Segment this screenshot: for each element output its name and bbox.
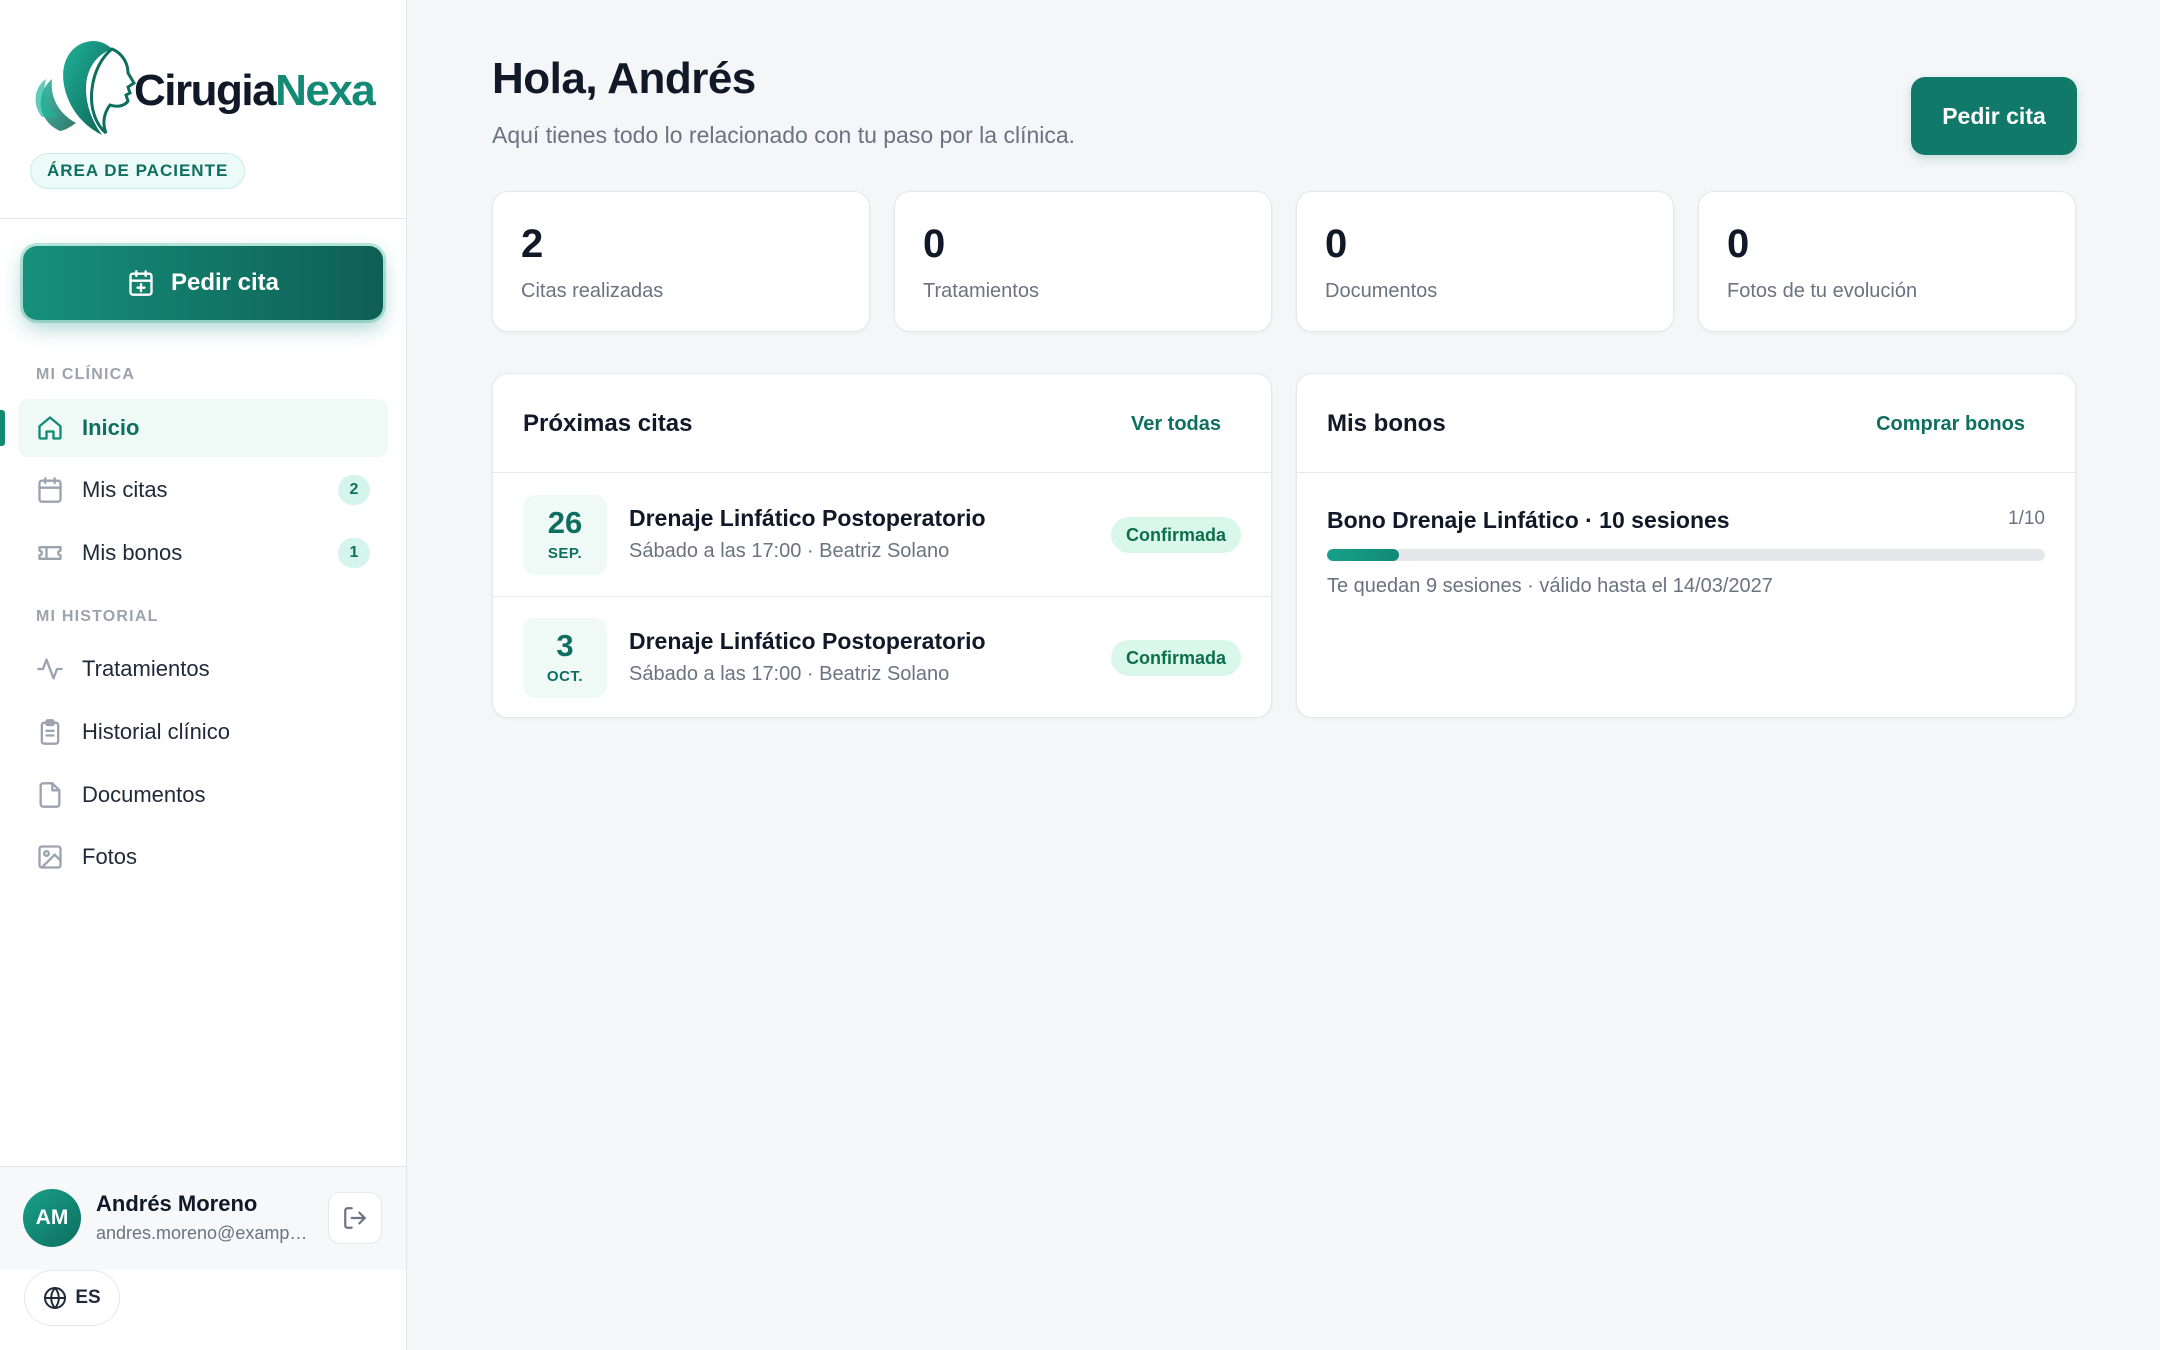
sidebar-count-badge: 2 <box>338 475 370 505</box>
active-indicator <box>0 410 5 446</box>
view-all-link[interactable]: Ver todas <box>1131 413 1221 436</box>
sidebar-item-historial-clinico[interactable]: Historial clínico <box>18 703 388 761</box>
user-email: andres.moreno@example.com <box>96 1223 308 1243</box>
date-month: OCT. <box>546 668 584 685</box>
section-label-clinic: MI CLÍNICA <box>36 366 136 383</box>
stat-label: Citas realizadas <box>521 280 664 302</box>
stat-card-tratamientos: 0 Tratamientos <box>894 191 1272 332</box>
date-month: SEP. <box>547 545 583 562</box>
panel-title: Próximas citas <box>523 410 693 437</box>
patient-area-badge: ÁREA DE PACIENTE <box>30 153 246 189</box>
page-title: Hola, Andrés <box>492 54 756 103</box>
face-leaf-logo-icon <box>35 41 137 135</box>
bono-progress-bar <box>1327 549 2045 561</box>
panel-header: Próximas citas Ver todas <box>493 374 1271 473</box>
sidebar-item-label: Documentos <box>82 782 206 807</box>
date-box: 26 SEP. <box>523 495 607 575</box>
stat-value: 0 <box>923 222 946 266</box>
globe-icon <box>44 1287 67 1309</box>
stat-card-citas: 2 Citas realizadas <box>492 191 870 332</box>
sidebar-item-label: Fotos <box>82 844 138 869</box>
stat-value: 0 <box>1727 222 1750 266</box>
stat-label: Tratamientos <box>923 280 1039 302</box>
brand-name: CirugiaNexa <box>134 66 376 116</box>
sidebar-item-mis-citas[interactable]: Mis citas 2 <box>18 461 388 519</box>
sidebar-item-label: Historial clínico <box>82 719 230 744</box>
appointment-title: Drenaje Linfático Postoperatorio <box>629 628 986 654</box>
sidebar-book-appointment-button[interactable]: Pedir cita <box>23 246 383 320</box>
date-box: 3 OCT. <box>523 618 607 698</box>
bono-session-count: 1/10 <box>2008 508 2045 529</box>
logout-button[interactable] <box>328 1192 382 1244</box>
date-day: 26 <box>547 505 583 540</box>
status-badge: Confirmada <box>1110 517 1241 553</box>
appointment-row[interactable]: 26 SEP. Drenaje Linfático Postoperatorio… <box>493 474 1271 596</box>
appointment-title: Drenaje Linfático Postoperatorio <box>629 505 986 531</box>
appointment-subtitle: Sábado a las 17:00 · Beatriz Solano <box>629 663 950 685</box>
stat-card-documentos: 0 Documentos <box>1296 191 1674 332</box>
user-name: Andrés Moreno <box>96 1191 258 1216</box>
sidebar-book-appointment-label: Pedir cita <box>170 269 280 296</box>
stat-value: 0 <box>1325 222 1348 266</box>
panel-header: Mis bonos Comprar bonos <box>1297 374 2075 473</box>
sidebar-item-label: Mis bonos <box>82 540 183 565</box>
language-code: ES <box>75 1287 101 1308</box>
bono-name: Bono Drenaje Linfático · 10 sesiones <box>1327 507 1730 533</box>
sidebar-item-label: Tratamientos <box>82 656 210 681</box>
appointment-subtitle: Sábado a las 17:00 · Beatriz Solano <box>629 540 950 562</box>
ticket-icon <box>38 546 62 560</box>
sidebar-item-label: Mis citas <box>82 477 168 502</box>
bono-progress-fill <box>1327 549 1399 561</box>
sidebar-count-badge: 1 <box>338 538 370 568</box>
stat-label: Fotos de tu evolución <box>1727 280 1918 302</box>
stat-card-fotos: 0 Fotos de tu evolución <box>1698 191 2076 332</box>
page-subtitle: Aquí tienes todo lo relacionado con tu p… <box>492 122 1076 148</box>
panel-title: Mis bonos <box>1327 410 1446 437</box>
brand-logo[interactable]: CirugiaNexa <box>30 34 376 144</box>
stat-label: Documentos <box>1325 280 1438 302</box>
buy-bonos-link[interactable]: Comprar bonos <box>1876 413 2025 436</box>
calendar-icon <box>38 477 62 503</box>
bono-subtitle: Te quedan 9 sesiones · válido hasta el 1… <box>1327 575 1773 597</box>
date-day: 3 <box>556 628 574 663</box>
brand-name-part1: Cirugia <box>134 66 277 115</box>
header-book-appointment-button[interactable]: Pedir cita <box>1911 77 2077 155</box>
language-selector-button[interactable]: ES <box>24 1270 120 1326</box>
sidebar-divider <box>0 218 406 219</box>
stat-value: 2 <box>521 222 544 266</box>
user-profile: AM Andrés Moreno andres.moreno@example.c… <box>0 1166 406 1270</box>
sidebar-item-tratamientos[interactable]: Tratamientos <box>18 640 388 698</box>
section-label-history: MI HISTORIAL <box>36 608 159 625</box>
sidebar: CirugiaNexa ÁREA DE PACIENTE Pedir cita … <box>0 0 407 1350</box>
status-badge: Confirmada <box>1110 640 1241 676</box>
sidebar-item-inicio[interactable]: Inicio <box>18 399 388 457</box>
activity-icon <box>37 658 63 680</box>
bonos-panel: Mis bonos Comprar bonos Bono Drenaje Lin… <box>1296 373 2076 718</box>
clipboard-icon <box>40 719 60 745</box>
sidebar-item-label: Inicio <box>82 415 140 440</box>
avatar[interactable]: AM <box>23 1189 81 1247</box>
appointment-row[interactable]: 3 OCT. Drenaje Linfático Postoperatorio … <box>493 596 1271 717</box>
brand-name-part2: Nexa <box>275 66 376 115</box>
sidebar-item-mis-bonos[interactable]: Mis bonos 1 <box>18 524 388 582</box>
logout-icon <box>344 1207 366 1229</box>
file-icon <box>39 782 61 808</box>
upcoming-appointments-panel: Próximas citas Ver todas 26 SEP. Drenaje… <box>492 373 1272 718</box>
image-icon <box>38 845 62 869</box>
sidebar-item-fotos[interactable]: Fotos <box>18 828 388 886</box>
sidebar-item-documentos[interactable]: Documentos <box>18 766 388 824</box>
home-icon <box>38 416 62 440</box>
calendar-plus-icon <box>129 270 153 296</box>
